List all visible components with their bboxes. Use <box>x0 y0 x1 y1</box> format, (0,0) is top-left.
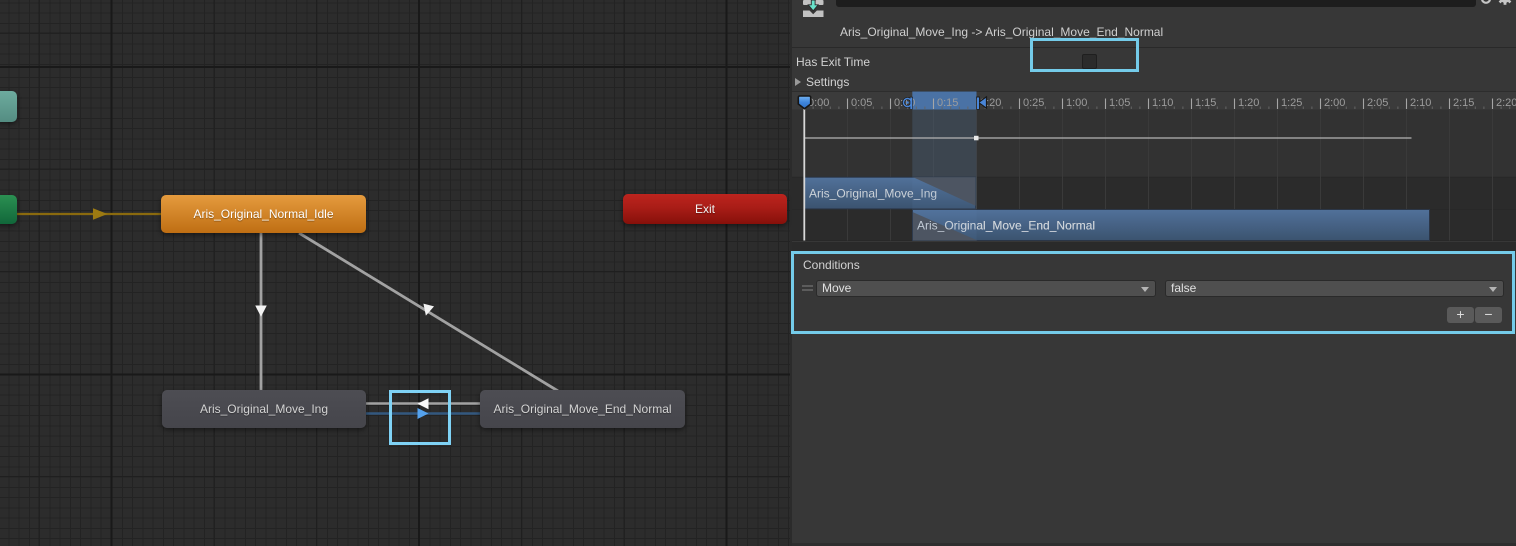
svg-text:1:05: 1:05 <box>1109 97 1130 109</box>
svg-text:1:15: 1:15 <box>1195 97 1216 109</box>
svg-text:2:15: 2:15 <box>1453 97 1474 109</box>
svg-text:2:20: 2:20 <box>1496 97 1516 109</box>
svg-text:0:05: 0:05 <box>851 97 872 109</box>
svg-text:2:10: 2:10 <box>1410 97 1431 109</box>
svg-text:1:10: 1:10 <box>1152 97 1173 109</box>
svg-text:1:20: 1:20 <box>1238 97 1259 109</box>
svg-text:2:05: 2:05 <box>1367 97 1388 109</box>
svg-text:0:15: 0:15 <box>937 97 958 109</box>
svg-text:2:00: 2:00 <box>1324 97 1345 109</box>
svg-text:1:25: 1:25 <box>1281 97 1302 109</box>
svg-text:0:25: 0:25 <box>1023 97 1044 109</box>
svg-text:1:00: 1:00 <box>1066 97 1087 109</box>
